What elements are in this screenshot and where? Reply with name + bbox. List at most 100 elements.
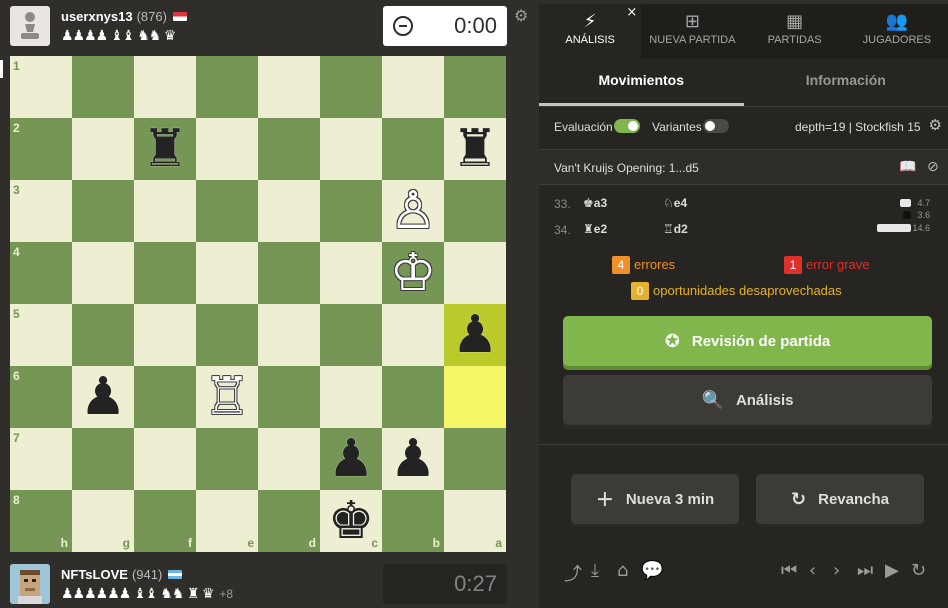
square-h3[interactable]: 3 xyxy=(10,180,72,242)
play-icon[interactable]: ▶ xyxy=(885,560,899,581)
square-g4[interactable] xyxy=(72,242,134,304)
square-b3[interactable]: ♙ xyxy=(382,180,444,242)
chat-icon[interactable]: 💬 xyxy=(641,560,663,581)
square-a3[interactable] xyxy=(444,180,506,242)
square-a5[interactable]: ♟ xyxy=(444,304,506,366)
square-c1[interactable] xyxy=(320,56,382,118)
white-king-piece[interactable]: ♔ xyxy=(390,247,437,299)
square-f8[interactable]: f xyxy=(134,490,196,552)
square-g5[interactable] xyxy=(72,304,134,366)
last-move-icon[interactable]: ⏭ xyxy=(857,560,873,581)
square-b2[interactable] xyxy=(382,118,444,180)
missed-stat[interactable]: 0 oportunidades desaprovechadas xyxy=(631,282,842,300)
square-d3[interactable] xyxy=(258,180,320,242)
evaluation-toggle[interactable] xyxy=(614,119,640,133)
tab-jugadores[interactable]: 👥 JUGADORES xyxy=(846,4,948,59)
square-h6[interactable]: 6 xyxy=(10,366,72,428)
tab-nueva-partida[interactable]: ⊞ NUEVA PARTIDA xyxy=(641,4,743,59)
black-pawn-piece[interactable]: ♟ xyxy=(452,309,499,361)
blunders-stat[interactable]: 1 error grave xyxy=(784,256,870,274)
tab-partidas[interactable]: ▦ PARTIDAS xyxy=(744,4,846,59)
square-g7[interactable] xyxy=(72,428,134,490)
square-e2[interactable] xyxy=(196,118,258,180)
square-f4[interactable] xyxy=(134,242,196,304)
square-g6[interactable]: ♟ xyxy=(72,366,134,428)
square-h7[interactable]: 7 xyxy=(10,428,72,490)
download-icon[interactable]: ⤓ xyxy=(591,560,599,581)
errors-stat[interactable]: 4 errores xyxy=(612,256,675,274)
square-b5[interactable] xyxy=(382,304,444,366)
square-e8[interactable]: e xyxy=(196,490,258,552)
black-pawn-piece[interactable]: ♟ xyxy=(328,433,375,485)
game-review-button[interactable]: ✪ Revisión de partida xyxy=(563,316,932,366)
compass-icon[interactable]: ⊘ xyxy=(927,159,939,175)
square-a6[interactable] xyxy=(444,366,506,428)
square-e5[interactable] xyxy=(196,304,258,366)
variants-toggle[interactable] xyxy=(703,119,729,133)
square-g3[interactable] xyxy=(72,180,134,242)
square-e6[interactable]: ♖ xyxy=(196,366,258,428)
square-b1[interactable] xyxy=(382,56,444,118)
square-b6[interactable] xyxy=(382,366,444,428)
square-c5[interactable] xyxy=(320,304,382,366)
subtab-moves[interactable]: Movimientos xyxy=(539,59,744,106)
square-g8[interactable]: g xyxy=(72,490,134,552)
square-d8[interactable]: d xyxy=(258,490,320,552)
white-pawn-piece[interactable]: ♙ xyxy=(390,185,437,237)
square-c6[interactable] xyxy=(320,366,382,428)
square-h8[interactable]: 8h xyxy=(10,490,72,552)
white-move[interactable]: ♜e2 xyxy=(583,222,607,236)
top-player-username[interactable]: userxnys13 xyxy=(61,9,133,24)
square-f7[interactable] xyxy=(134,428,196,490)
square-e1[interactable] xyxy=(196,56,258,118)
new-game-button[interactable]: ＋ Nueva 3 min xyxy=(571,474,739,524)
previous-move-icon[interactable]: ‹ xyxy=(809,560,816,581)
square-f1[interactable] xyxy=(134,56,196,118)
flip-board-icon[interactable]: ↻ xyxy=(911,560,926,581)
black-move[interactable]: ♘e4 xyxy=(663,196,687,210)
black-king-piece[interactable]: ♚ xyxy=(328,495,375,547)
square-c2[interactable] xyxy=(320,118,382,180)
black-rook-piece[interactable]: ♜ xyxy=(142,123,189,175)
square-e4[interactable] xyxy=(196,242,258,304)
chessboard[interactable]: 1 2 ♜ ♜ 3 ♙ 4 ♔ 5 ♟ 6 ♟ ♖ 7 ♟ ♟ 8 h g f e d c ♚ b a xyxy=(10,56,507,552)
square-d5[interactable] xyxy=(258,304,320,366)
square-a4[interactable] xyxy=(444,242,506,304)
square-d1[interactable] xyxy=(258,56,320,118)
bottom-player-username[interactable]: NFTsLOVE xyxy=(61,567,128,582)
analysis-button[interactable]: 🔍 Análisis xyxy=(563,375,932,425)
next-move-icon[interactable]: › xyxy=(833,560,840,581)
library-icon[interactable]: ⌂ xyxy=(617,560,628,581)
black-pawn-piece[interactable]: ♟ xyxy=(390,433,437,485)
square-a7[interactable] xyxy=(444,428,506,490)
top-player-avatar[interactable] xyxy=(10,6,50,46)
square-b8[interactable]: b xyxy=(382,490,444,552)
close-tab-icon[interactable]: × xyxy=(626,5,637,20)
rematch-button[interactable]: ↻ Revancha xyxy=(756,474,924,524)
first-move-icon[interactable]: ⏮ xyxy=(781,560,797,581)
square-g1[interactable] xyxy=(72,56,134,118)
opening-name[interactable]: Van't Kruijs Opening: 1...d5 xyxy=(554,161,699,175)
black-rook-piece[interactable]: ♜ xyxy=(452,123,499,175)
black-pawn-piece[interactable]: ♟ xyxy=(80,371,127,423)
square-c3[interactable] xyxy=(320,180,382,242)
square-c4[interactable] xyxy=(320,242,382,304)
white-rook-piece[interactable]: ♖ xyxy=(204,371,251,423)
square-e7[interactable] xyxy=(196,428,258,490)
book-icon[interactable]: 📖 xyxy=(899,159,916,175)
square-d2[interactable] xyxy=(258,118,320,180)
square-b7[interactable]: ♟ xyxy=(382,428,444,490)
square-b4[interactable]: ♔ xyxy=(382,242,444,304)
square-a8[interactable]: a xyxy=(444,490,506,552)
square-c7[interactable]: ♟ xyxy=(320,428,382,490)
square-d4[interactable] xyxy=(258,242,320,304)
square-h1[interactable]: 1 xyxy=(10,56,72,118)
subtab-info[interactable]: Información xyxy=(744,59,948,106)
square-g2[interactable] xyxy=(72,118,134,180)
white-move[interactable]: ♚a3 xyxy=(583,196,607,210)
square-e3[interactable] xyxy=(196,180,258,242)
square-d7[interactable] xyxy=(258,428,320,490)
black-move[interactable]: ♖d2 xyxy=(663,222,688,236)
engine-settings-gear-icon[interactable]: ⚙ xyxy=(929,116,942,134)
square-h5[interactable]: 5 xyxy=(10,304,72,366)
